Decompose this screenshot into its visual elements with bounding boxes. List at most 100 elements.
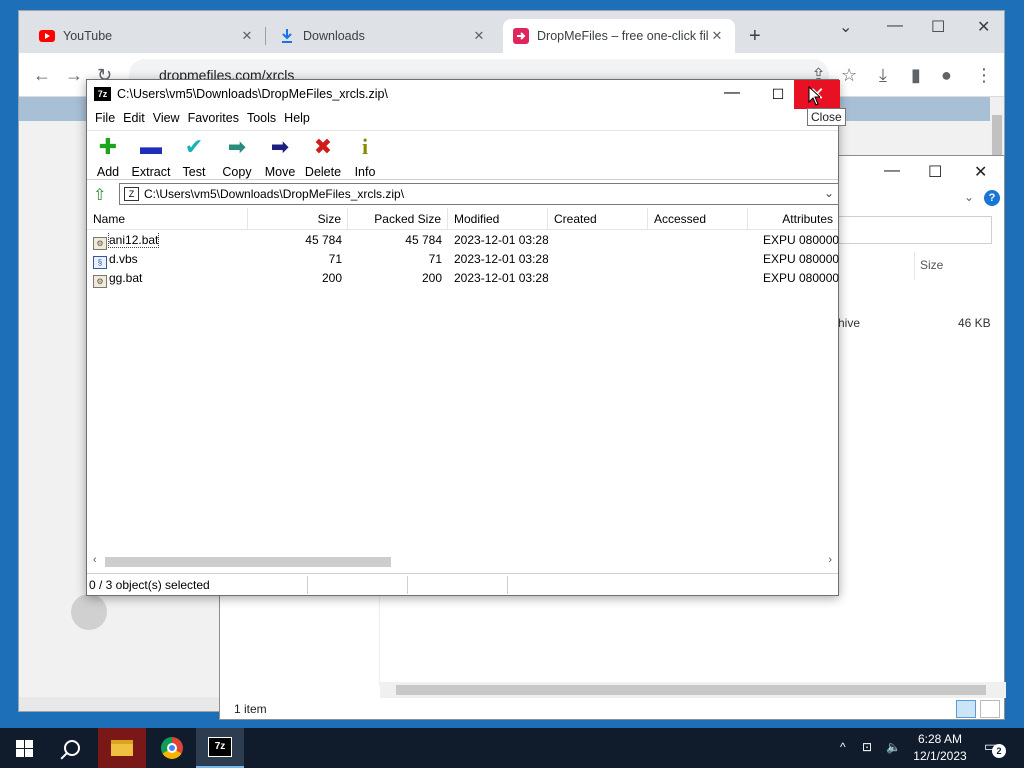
maximize-icon[interactable]: ☐	[928, 162, 942, 182]
minimize-icon[interactable]: —	[884, 162, 900, 180]
selection-status: 0 / 3 object(s) selected	[89, 578, 210, 592]
taskbar-file-explorer[interactable]	[98, 728, 146, 768]
explorer-horizontal-scrollbar[interactable]	[380, 682, 1006, 698]
volume-muted-icon[interactable]: 🔈	[886, 740, 901, 754]
taskbar-chrome[interactable]	[148, 728, 196, 768]
details-view-icon[interactable]	[956, 700, 976, 718]
tray-overflow-chevron-icon[interactable]: ^	[840, 740, 846, 754]
sevenzip-toolbar: ✚ Add ▬ Extract ✔ Test ➡ Copy ➡ Move ✖ D…	[87, 130, 838, 180]
close-icon[interactable]: ✕	[977, 17, 990, 37]
copy-label: Copy	[222, 165, 252, 179]
new-tab-icon[interactable]: +	[749, 25, 761, 48]
name-cell: § d.vbs	[93, 252, 243, 269]
notification-center-icon[interactable]: ▭ 2	[984, 738, 1006, 758]
side-panel-icon[interactable]: ▮	[911, 65, 921, 86]
tab-search-chevron-icon[interactable]: ⌄	[839, 17, 852, 37]
maximize-icon[interactable]: ☐	[931, 17, 945, 37]
tab-dropmefiles[interactable]: DropMeFiles – free one-click file ✕	[503, 19, 735, 53]
close-icon[interactable]: ✕	[709, 28, 725, 44]
table-row[interactable]: ⚙ ani12.bat 45 784 45 784 2023-12-01 03:2…	[87, 231, 839, 250]
table-row[interactable]: ⚙ gg.bat 200 200 2023-12-01 03:28 EXPU 08…	[87, 269, 839, 288]
menu-file[interactable]: File	[93, 109, 121, 129]
list-horizontal-scrollbar[interactable]: ‹ ›	[87, 553, 838, 570]
menu-tools[interactable]: Tools	[245, 109, 282, 129]
attributes-cell: EXPU 0800000	[763, 233, 839, 247]
column-header-created[interactable]: Created	[548, 208, 648, 230]
menu-favorites[interactable]: Favorites	[186, 109, 245, 129]
ribbon-expand-chevron-icon[interactable]: ⌄	[964, 190, 974, 204]
search-icon	[64, 740, 80, 756]
chrome-icon	[161, 737, 183, 759]
close-icon[interactable]: ✕	[239, 28, 255, 44]
clock-date: 12/1/2023	[913, 749, 967, 763]
file-type-cell: hive	[838, 316, 861, 330]
downloads-icon[interactable]: ⤓	[879, 65, 887, 86]
minimize-button[interactable]: —	[709, 80, 755, 109]
packed-size-cell: 71	[428, 252, 442, 266]
info-button[interactable]: i Info	[343, 135, 387, 180]
network-icon[interactable]: ⊡	[862, 740, 872, 754]
status-divider	[407, 576, 408, 594]
menu-view[interactable]: View	[151, 109, 186, 129]
menu-help[interactable]: Help	[282, 109, 316, 129]
attributes-cell: EXPU 0800000	[763, 252, 839, 266]
copy-button[interactable]: ➡ Copy	[215, 135, 259, 180]
page-button-circle[interactable]	[71, 594, 107, 630]
scroll-right-icon[interactable]: ›	[828, 554, 832, 566]
add-button[interactable]: ✚ Add	[86, 135, 130, 180]
tab-title: YouTube	[63, 29, 113, 43]
extract-button[interactable]: ▬ Extract	[129, 135, 173, 180]
bookmark-star-icon[interactable]: ☆	[841, 65, 857, 86]
scrollbar-thumb[interactable]	[105, 557, 391, 567]
help-icon[interactable]: ?	[984, 190, 1000, 206]
column-header-size[interactable]: Size	[920, 258, 943, 272]
search-button[interactable]	[48, 728, 96, 768]
large-icons-view-icon[interactable]	[980, 700, 1000, 718]
delete-button[interactable]: ✖ Delete	[301, 135, 345, 180]
column-header-modified[interactable]: Modified	[448, 208, 548, 230]
download-icon	[279, 28, 295, 44]
tab-youtube[interactable]: YouTube ✕	[29, 19, 265, 53]
tab-strip: YouTube ✕ Downloads ✕ DropMeFiles – free…	[19, 11, 1004, 53]
column-header-packed-size[interactable]: Packed Size	[348, 208, 448, 230]
taskbar-7zip[interactable]: 7z	[196, 728, 244, 768]
tab-separator	[265, 27, 266, 45]
close-icon[interactable]: ✕	[471, 28, 487, 44]
table-row[interactable]: § d.vbs 71 71 2023-12-01 03:28 EXPU 08000…	[87, 250, 839, 269]
menu-dots-icon[interactable]: ⋮	[975, 65, 993, 86]
profile-avatar-icon[interactable]: ●	[941, 65, 952, 86]
folder-up-icon[interactable]: ⇧	[93, 185, 106, 205]
explorer-search-input[interactable]	[836, 216, 992, 244]
mouse-cursor-icon	[808, 86, 820, 106]
menu-edit[interactable]: Edit	[121, 109, 151, 129]
column-header-name[interactable]: Name	[87, 208, 248, 230]
forward-arrow-icon[interactable]: →	[65, 65, 83, 86]
path-combobox[interactable]: Z C:\Users\vm5\Downloads\DropMeFiles_xrc…	[119, 183, 839, 205]
windows-logo-icon	[15, 739, 33, 757]
move-button[interactable]: ➡ Move	[258, 135, 302, 180]
status-bar: 0 / 3 object(s) selected	[87, 573, 838, 595]
modified-cell: 2023-12-01 03:28	[454, 252, 548, 266]
file-list[interactable]: ⚙ ani12.bat 45 784 45 784 2023-12-01 03:2…	[87, 231, 839, 551]
dropmefiles-icon	[513, 28, 529, 44]
test-button[interactable]: ✔ Test	[172, 135, 216, 180]
column-header-attributes[interactable]: Attributes	[748, 208, 839, 230]
menu-bar: File Edit View Favorites Tools Help	[87, 109, 838, 129]
start-button[interactable]	[0, 728, 48, 768]
attributes-cell: EXPU 0800000	[763, 271, 839, 285]
tab-title: DropMeFiles – free one-click file	[537, 29, 709, 43]
tab-downloads[interactable]: Downloads ✕	[269, 19, 497, 53]
address-row: ⇧ Z C:\Users\vm5\Downloads\DropMeFiles_x…	[87, 182, 839, 206]
path-text: C:\Users\vm5\Downloads\DropMeFiles_xrcls…	[144, 187, 405, 201]
scroll-left-icon[interactable]: ‹	[93, 554, 97, 566]
size-cell: 45 784	[305, 233, 342, 247]
column-header-accessed[interactable]: Accessed	[648, 208, 748, 230]
back-arrow-icon[interactable]: ←	[33, 65, 51, 86]
column-header-size[interactable]: Size	[248, 208, 348, 230]
sevenzip-titlebar[interactable]: 7z C:\Users\vm5\Downloads\DropMeFiles_xr…	[87, 80, 840, 109]
close-icon[interactable]: ✕	[974, 162, 987, 182]
minimize-icon[interactable]: —	[887, 17, 903, 35]
taskbar-clock[interactable]: 6:28 AM 12/1/2023	[905, 731, 975, 765]
chevron-down-icon[interactable]: ⌄	[824, 186, 834, 200]
name-cell: ⚙ gg.bat	[93, 271, 243, 288]
